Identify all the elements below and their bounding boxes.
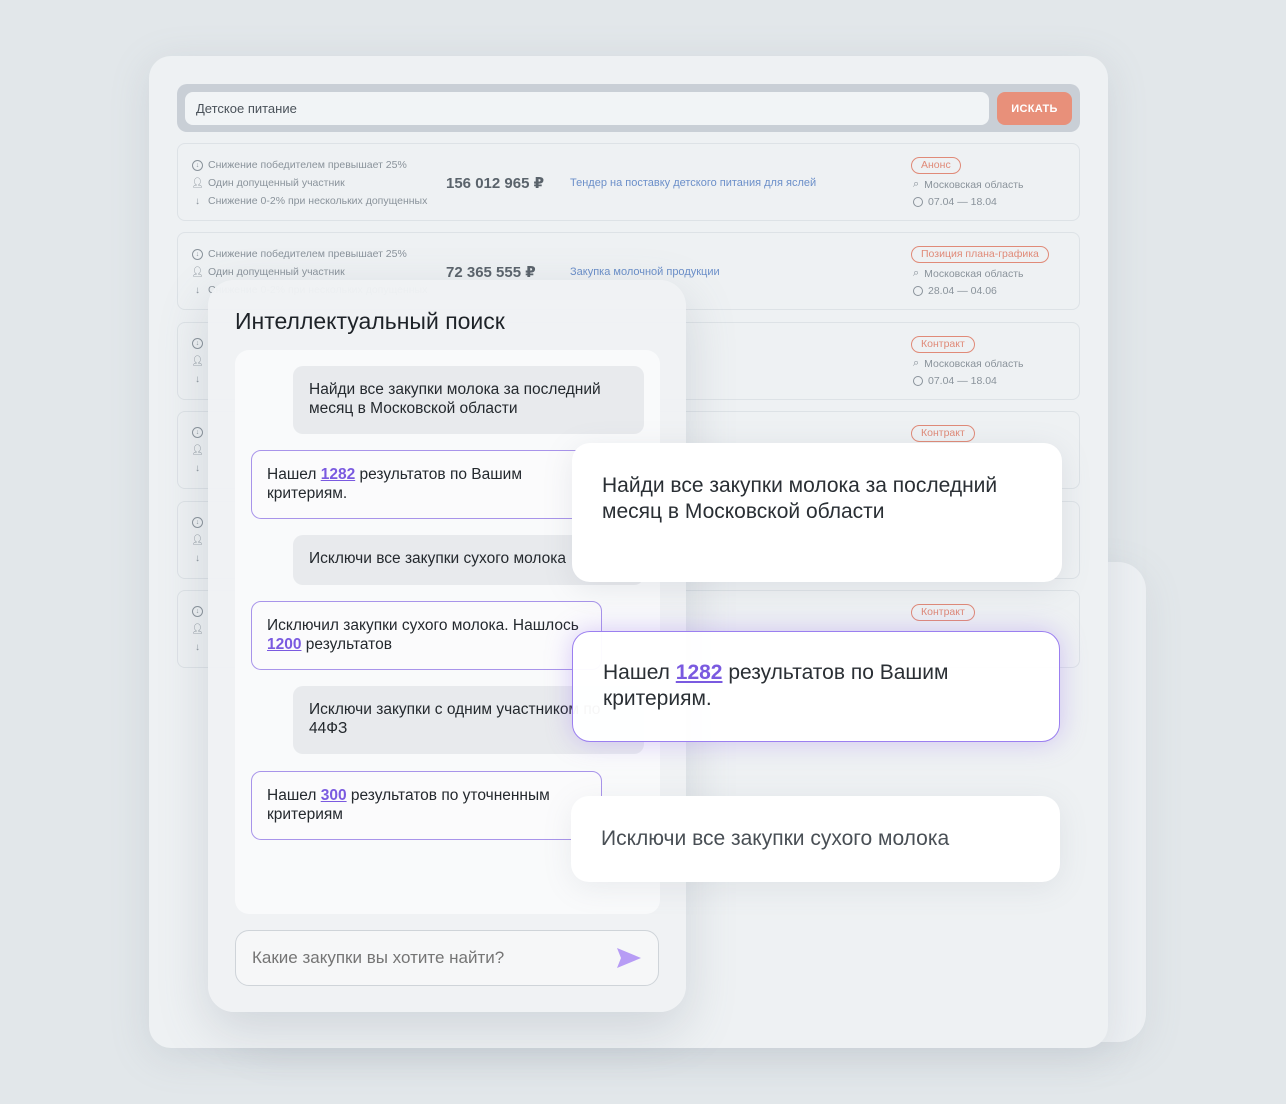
tender-title-link[interactable]: Закупка молочной продукции [570, 266, 720, 278]
status-badge: Анонс [911, 157, 961, 174]
result-count-link[interactable]: 1282 [676, 661, 723, 684]
search-icon: ⌕ [913, 357, 920, 369]
criterion: ↓ [192, 553, 208, 564]
price: 156 012 965 ₽ [446, 175, 545, 192]
clock-icon [913, 376, 923, 386]
dates-text: 07.04 — 18.04 [928, 196, 997, 208]
criterion: ↓ [192, 517, 208, 528]
chat-title: Интеллектуальный поиск [235, 308, 505, 334]
region-text: Московская область [924, 357, 1024, 370]
chat-message-user: Найди все закупки молока за последний ме… [293, 366, 644, 434]
callout-text: Исключи все закупки сухого молока [601, 827, 950, 850]
message-text: результатов [301, 635, 392, 653]
status-badge: Контракт [911, 336, 975, 353]
result-count-link[interactable]: 300 [321, 787, 347, 804]
dates: 28.04 — 04.06 [913, 285, 997, 297]
chat-message-bot: Исключил закупки сухого молока. Нашлось … [251, 601, 602, 670]
send-icon [617, 948, 641, 968]
criterion: 👤︎ [191, 356, 208, 367]
arrow-down-icon: ↓ [195, 463, 200, 474]
dates-text: 28.04 — 04.06 [928, 285, 997, 297]
arrow-down-icon: ↓ [195, 284, 200, 296]
arrow-down-icon: ↓ [195, 195, 200, 207]
criterion: 👤︎ [191, 535, 208, 546]
search-icon: ⌕ [913, 178, 920, 190]
download-icon: ↓ [192, 427, 203, 438]
criterion: ↓ [192, 338, 208, 349]
arrow-down-icon: ↓ [195, 553, 200, 564]
criterion: 👤︎ Один допущенный участник [191, 177, 345, 189]
criterion-text: Один допущенный участник [208, 266, 345, 278]
tender-title-link[interactable]: Тендер на поставку детского питания для … [570, 177, 816, 189]
chat-input[interactable] [252, 931, 592, 985]
criterion-text: Снижение 0-2% при нескольких допущенных [208, 195, 428, 207]
user-icon: 👤︎ [191, 445, 204, 456]
callout-text: Нашел [603, 661, 676, 684]
criterion-text: Снижение победителем превышает 25% [208, 248, 407, 260]
chat-message-bot: Нашел 1282 результатов по Вашим критерия… [251, 450, 602, 519]
dates: 07.04 — 18.04 [913, 375, 997, 387]
dates-text: 07.04 — 18.04 [928, 375, 997, 387]
criterion: ↓ [192, 427, 208, 438]
criterion: ↓ Снижение победителем превышает 25% [192, 159, 407, 171]
criterion: ↓ Снижение 0-2% при нескольких допущенных [192, 195, 427, 207]
region: ⌕ Московская область [913, 267, 1024, 280]
region: ⌕ Московская область [913, 357, 1024, 370]
download-icon: ↓ [192, 159, 203, 171]
criterion: 👤︎ [191, 445, 208, 456]
message-text: Нашел [267, 787, 321, 804]
search-button[interactable]: ИСКАТЬ [997, 92, 1072, 125]
arrow-down-icon: ↓ [195, 642, 200, 653]
criterion-text: Один допущенный участник [208, 177, 345, 189]
region-text: Московская область [924, 267, 1024, 280]
criterion: ↓ [192, 606, 208, 617]
message-text: Найди все закупки молока за последний ме… [309, 381, 601, 417]
user-icon: 👤︎ [191, 177, 204, 189]
search-icon: ⌕ [913, 267, 920, 279]
message-text: Нашел [267, 466, 321, 483]
message-text: Исключил закупки сухого молока. Нашлось [267, 617, 579, 634]
chat-input-box [235, 930, 659, 986]
clock-icon [913, 286, 923, 296]
callout-user-query: Найди все закупки молока за последний ме… [572, 443, 1062, 582]
message-text: Исключи закупки с одним участником по 44… [309, 701, 601, 737]
search-input[interactable] [185, 92, 989, 125]
user-icon: 👤︎ [191, 266, 204, 278]
criterion: ↓ Снижение победителем превышает 25% [192, 248, 407, 260]
status-badge: Контракт [911, 604, 975, 621]
download-icon: ↓ [192, 606, 203, 617]
clock-icon [913, 197, 923, 207]
user-icon: 👤︎ [191, 356, 204, 367]
user-icon: 👤︎ [191, 624, 204, 635]
result-row[interactable]: ↓ Снижение победителем превышает 25% 👤︎ Оди… [177, 143, 1080, 221]
callout-text: Найди все закупки молока за последний ме… [602, 474, 998, 524]
message-text: Исключи все закупки сухого молока [309, 550, 566, 567]
region-text: Московская область [924, 178, 1024, 191]
criterion: 👤︎ [191, 624, 208, 635]
criterion: 👤︎ Один допущенный участник [191, 266, 345, 278]
criterion: ↓ [192, 463, 208, 474]
result-count-link[interactable]: 1200 [267, 636, 301, 653]
callout-bot-answer: Нашел 1282 результатов по Вашим критерия… [572, 631, 1060, 742]
download-icon: ↓ [192, 338, 203, 349]
criterion: ↓ [192, 374, 208, 385]
result-count-link[interactable]: 1282 [321, 466, 355, 483]
download-icon: ↓ [192, 248, 203, 260]
status-badge: Позиция плана-графика [911, 246, 1049, 263]
status-badge: Контракт [911, 425, 975, 442]
chat-message-bot: Нашел 300 результатов по уточненным крит… [251, 771, 602, 840]
send-button[interactable] [616, 947, 642, 969]
price: 72 365 555 ₽ [446, 264, 536, 281]
criterion-text: Снижение победителем превышает 25% [208, 159, 407, 171]
criterion: ↓ [192, 642, 208, 653]
dates: 07.04 — 18.04 [913, 196, 997, 208]
callout-user-refine: Исключи все закупки сухого молока [571, 796, 1060, 882]
region: ⌕ Московская область [913, 178, 1024, 191]
arrow-down-icon: ↓ [195, 374, 200, 385]
user-icon: 👤︎ [191, 535, 204, 546]
download-icon: ↓ [192, 517, 203, 528]
